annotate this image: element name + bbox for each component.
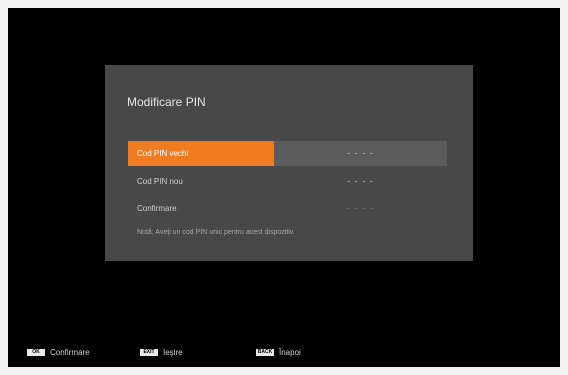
confirm-pin-row[interactable]: Confirmare - - - - [128, 196, 447, 221]
new-pin-row[interactable]: Cod PIN nou - - - - [128, 169, 447, 194]
change-pin-dialog: Modificare PIN Cod PIN vechi - - - - Cod… [105, 65, 473, 261]
dialog-title: Modificare PIN [127, 95, 206, 109]
footer-confirm[interactable]: OK Confirmare [27, 345, 90, 359]
footer-exit[interactable]: EXIT Ieşire [140, 345, 183, 359]
old-pin-row[interactable]: Cod PIN vechi - - - - [128, 141, 447, 166]
exit-key-icon: EXIT [140, 348, 158, 356]
new-pin-field[interactable]: - - - - [274, 169, 447, 194]
pin-note: Notă: Aveţi un cod PIN unic pentru acest… [137, 229, 295, 236]
tv-screen: Modificare PIN Cod PIN vechi - - - - Cod… [8, 8, 560, 367]
footer-confirm-label: Confirmare [50, 347, 90, 357]
footer-back-label: Înapoi [279, 347, 301, 357]
footer-back[interactable]: BACK Înapoi [256, 345, 301, 359]
new-pin-label: Cod PIN nou [137, 177, 183, 186]
confirm-pin-field[interactable]: - - - - [274, 196, 447, 221]
old-pin-label: Cod PIN vechi [128, 141, 274, 166]
ok-key-icon: OK [27, 348, 45, 356]
footer-exit-label: Ieşire [163, 347, 183, 357]
old-pin-field[interactable]: - - - - [274, 141, 447, 166]
back-key-icon: BACK [256, 348, 274, 356]
confirm-pin-label: Confirmare [137, 204, 177, 213]
